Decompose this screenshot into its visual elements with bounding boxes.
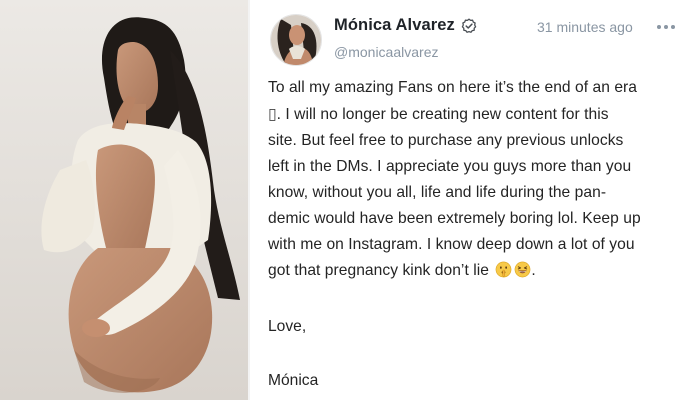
message-line: site. But feel free to purchase any prev…	[268, 128, 678, 154]
message-line: ▯. I will no longer be creating new cont…	[268, 101, 678, 128]
avatar[interactable]	[270, 14, 322, 66]
message-text: demic would have been extremely boring l…	[268, 210, 641, 227]
profile-photo	[0, 0, 248, 400]
more-dots-icon[interactable]	[655, 19, 677, 35]
message-text: with me on Instagram. I know deep down a…	[268, 236, 635, 253]
post-signature: Mónica	[268, 372, 319, 389]
message-line: demic would have been extremely boring l…	[268, 206, 678, 232]
post-timestamp[interactable]: 31 minutes ago	[537, 19, 633, 35]
author-display-name[interactable]: Mónica Alvarez	[334, 16, 455, 35]
message-text: To all my amazing Fans on here it’s the …	[268, 79, 638, 96]
message-line: To all my amazing Fans on here it’s the …	[268, 75, 678, 101]
message-line: got that pregnancy kink don’t lie .	[268, 258, 678, 284]
post-message: To all my amazing Fans on here it’s the …	[268, 75, 678, 284]
post-signoff: Love,	[268, 318, 307, 335]
message-text: . I will no longer be creating new conte…	[276, 106, 609, 123]
grinning-squinting-face-emoji	[514, 261, 531, 278]
message-text: got that pregnancy kink don’t lie	[268, 262, 489, 279]
message-text: left in the DMs. I appreciate you guys m…	[268, 158, 632, 175]
verified-check-icon	[461, 18, 477, 34]
message-line: left in the DMs. I appreciate you guys m…	[268, 154, 678, 180]
message-line: know, without you all, life and life dur…	[268, 180, 678, 206]
message-line: with me on Instagram. I know deep down a…	[268, 232, 678, 258]
author-name-row: Mónica Alvarez	[334, 16, 477, 35]
author-handle[interactable]: @monicaalvarez	[334, 44, 438, 60]
message-end-punctuation: .	[531, 262, 536, 279]
post-card: Mónica Alvarez @monicaalvarez 31 minutes…	[250, 0, 685, 400]
message-text: know, without you all, life and life dur…	[268, 184, 607, 201]
message-text: site. But feel free to purchase any prev…	[268, 132, 624, 149]
missing-glyph: ▯	[268, 105, 277, 123]
shushing-face-emoji	[495, 261, 512, 278]
